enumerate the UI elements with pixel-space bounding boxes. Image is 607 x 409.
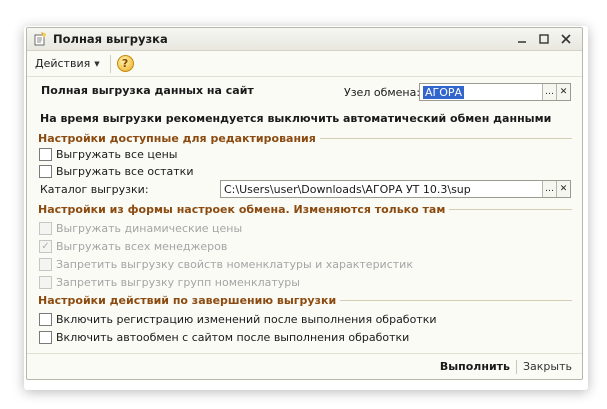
help-icon[interactable]: ? bbox=[116, 55, 134, 72]
section-divider bbox=[319, 138, 572, 139]
processing-icon bbox=[33, 32, 47, 46]
checkbox[interactable] bbox=[39, 148, 52, 161]
close-icon[interactable] bbox=[556, 30, 576, 48]
checkbox-label: Запретить выгрузку групп номенклатуры bbox=[56, 276, 300, 289]
checkbox-checked: ✓ bbox=[39, 240, 52, 253]
section-divider bbox=[340, 300, 572, 301]
checkbox-export-all-managers: ✓ Выгружать всех менеджеров bbox=[39, 240, 227, 253]
section-editable-title: Настройки доступные для редактирования bbox=[38, 132, 316, 145]
run-button[interactable]: Выполнить bbox=[434, 360, 516, 373]
exchange-node-value: АГОРА bbox=[423, 85, 465, 99]
checkbox-label: Выгружать динамические цены bbox=[56, 222, 243, 235]
section-from-settings: Настройки из формы настроек обмена. Изме… bbox=[38, 203, 572, 216]
checkbox[interactable] bbox=[39, 313, 52, 326]
chevron-down-icon: ▼ bbox=[94, 59, 100, 68]
exchange-node-label: Узел обмена: bbox=[344, 86, 421, 99]
form-heading: Полная выгрузка данных на сайт bbox=[41, 84, 254, 97]
actions-menu-label: Действия bbox=[35, 57, 91, 70]
close-button[interactable]: Закрыть bbox=[517, 360, 572, 373]
checkbox[interactable] bbox=[39, 331, 52, 344]
checkbox bbox=[39, 222, 52, 235]
checkbox-forbid-groups: Запретить выгрузку групп номенклатуры bbox=[39, 276, 300, 289]
checkbox-label: Выгружать все цены bbox=[56, 148, 178, 161]
checkbox bbox=[39, 276, 52, 289]
section-from-settings-title: Настройки из формы настроек обмена. Изме… bbox=[38, 203, 446, 216]
section-divider bbox=[449, 209, 572, 210]
catalog-path-field[interactable]: C:\Users\user\Downloads\АГОРА УТ 10.3\su… bbox=[220, 180, 571, 198]
checkbox-label: Выгружать всех менеджеров bbox=[56, 240, 228, 253]
checkbox-forbid-properties: Запретить выгрузку свойств номенклатуры … bbox=[39, 258, 413, 271]
actions-menu-button[interactable]: Действия ▼ bbox=[31, 54, 104, 74]
select-ellipsis-icon[interactable]: … bbox=[542, 84, 556, 100]
section-after-title: Настройки действий по завершению выгрузк… bbox=[38, 294, 337, 307]
catalog-label: Каталог выгрузки: bbox=[40, 183, 149, 196]
checkbox-export-dynamic-prices: Выгружать динамические цены bbox=[39, 222, 242, 235]
checkbox-export-all-prices[interactable]: Выгружать все цены bbox=[39, 148, 177, 161]
dialog-footer: Выполнить Закрыть bbox=[27, 353, 582, 379]
recommendation-text: На время выгрузки рекомендуется выключит… bbox=[40, 112, 552, 125]
checkbox-label: Выгружать все остатки bbox=[56, 165, 194, 178]
form-body: Полная выгрузка данных на сайт Узел обме… bbox=[27, 77, 582, 357]
catalog-path-value: C:\Users\user\Downloads\АГОРА УТ 10.3\su… bbox=[224, 182, 471, 196]
window-title: Полная выгрузка bbox=[53, 32, 168, 46]
checkbox-export-all-stock[interactable]: Выгружать все остатки bbox=[39, 165, 193, 178]
browse-ellipsis-icon[interactable]: … bbox=[542, 181, 556, 197]
checkbox-enable-autoexchange[interactable]: Включить автообмен с сайтом после выполн… bbox=[39, 331, 409, 344]
checkbox-label: Включить автообмен с сайтом после выполн… bbox=[56, 331, 410, 344]
checkbox-enable-change-registration[interactable]: Включить регистрацию изменений после вып… bbox=[39, 313, 437, 326]
checkbox-label: Включить регистрацию изменений после вып… bbox=[56, 313, 437, 326]
section-after: Настройки действий по завершению выгрузк… bbox=[38, 294, 572, 307]
clear-icon[interactable]: ✕ bbox=[556, 84, 570, 100]
maximize-icon[interactable] bbox=[534, 30, 554, 48]
checkbox[interactable] bbox=[39, 165, 52, 178]
toolbar-divider bbox=[109, 54, 111, 73]
exchange-node-field[interactable]: АГОРА … ✕ bbox=[419, 83, 571, 101]
minimize-icon[interactable] bbox=[512, 30, 532, 48]
title-bar[interactable]: Полная выгрузка bbox=[27, 28, 582, 51]
clear-icon[interactable]: ✕ bbox=[556, 181, 570, 197]
section-editable: Настройки доступные для редактирования bbox=[38, 132, 572, 145]
toolbar: Действия ▼ ? bbox=[27, 51, 582, 77]
checkbox-label: Запретить выгрузку свойств номенклатуры … bbox=[56, 258, 413, 271]
checkbox bbox=[39, 258, 52, 271]
dialog-window: Полная выгрузка Действия ▼ ? Полная выгр… bbox=[26, 27, 583, 380]
